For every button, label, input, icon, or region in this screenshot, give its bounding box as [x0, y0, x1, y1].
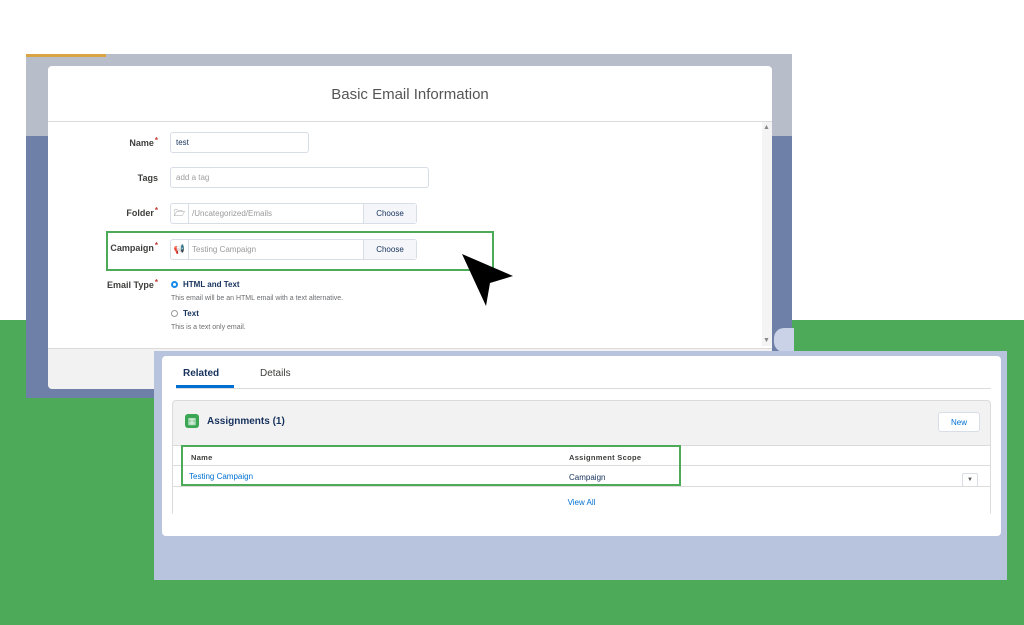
text-label: Text — [183, 309, 199, 318]
folder-icon: 🗁 — [171, 204, 189, 223]
html-text-label: HTML and Text — [183, 280, 240, 289]
tags-label: Tags — [137, 173, 158, 183]
email-type-label-text: Email Type — [107, 280, 154, 290]
row-divider — [173, 486, 990, 487]
folder-lookup[interactable]: 🗁 /Uncategorized/Emails Choose — [170, 203, 417, 224]
folder-choose-button[interactable]: Choose — [363, 204, 416, 223]
assignments-title: Assignments (1) — [207, 416, 285, 427]
assignment-highlight — [181, 445, 681, 486]
row-menu-chevron-down-icon[interactable]: ▼ — [962, 473, 978, 487]
modal-title: Basic Email Information — [331, 86, 489, 103]
required-mark: * — [154, 278, 158, 287]
email-type-label: Email Type* — [48, 278, 158, 290]
text-radio[interactable] — [171, 310, 178, 317]
background-accent — [26, 54, 106, 57]
scroll-up-icon[interactable]: ▲ — [763, 124, 770, 131]
required-mark: * — [154, 136, 158, 145]
calendar-icon: ▦ — [185, 414, 199, 428]
tags-input[interactable]: add a tag — [170, 167, 429, 188]
html-text-radio[interactable] — [171, 281, 178, 288]
side-tab — [774, 328, 794, 352]
arrow-cursor-icon — [462, 254, 513, 306]
folder-label: Folder* — [48, 206, 158, 218]
modal-header: Basic Email Information — [48, 66, 772, 122]
campaign-highlight — [106, 231, 494, 271]
tabs-divider — [176, 388, 991, 389]
required-mark: * — [154, 206, 158, 215]
name-label: Name* — [48, 136, 158, 148]
folder-label-text: Folder — [126, 208, 154, 218]
html-text-help: This email will be an HTML email with a … — [171, 295, 344, 302]
name-label-text: Name — [129, 138, 154, 148]
scroll-down-icon[interactable]: ▼ — [763, 337, 770, 344]
view-all-link[interactable]: View All — [173, 498, 990, 507]
folder-value: /Uncategorized/Emails — [192, 209, 273, 218]
new-button[interactable]: New — [938, 412, 980, 432]
text-help: This is a text only email. — [171, 324, 246, 331]
basic-email-modal: Basic Email Information Name* test Tags … — [48, 66, 772, 389]
tab-related[interactable]: Related — [183, 368, 219, 379]
modal-scrollbar[interactable]: ▲ ▼ — [762, 122, 772, 346]
name-input[interactable]: test — [170, 132, 309, 153]
tab-details[interactable]: Details — [260, 368, 291, 379]
